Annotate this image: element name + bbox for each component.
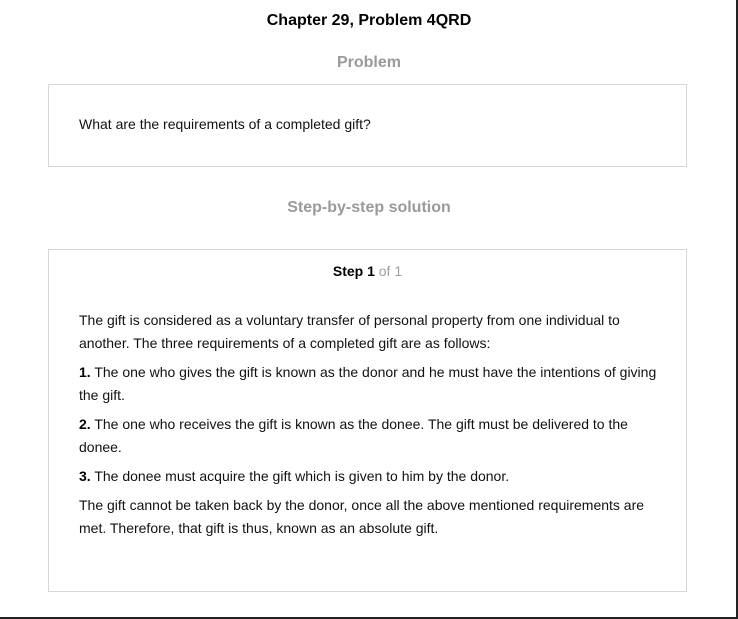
- requirement-number: 3.: [79, 468, 91, 484]
- solution-conclusion: The gift cannot be taken back by the don…: [79, 497, 645, 536]
- requirement-item: 2. The one who receives the gift is know…: [79, 413, 664, 459]
- problem-heading: Problem: [336, 54, 401, 71]
- requirement-number: 2.: [79, 416, 91, 432]
- requirement-text: The one who gives the gift is known as t…: [79, 364, 657, 403]
- requirement-item: 1. The one who gives the gift is known a…: [79, 361, 664, 407]
- page-frame: Chapter 29, Problem 4QRD Problem What ar…: [0, 0, 738, 619]
- problem-text: What are the requirements of a completed…: [79, 116, 371, 132]
- requirement-text: The donee must acquire the gift which is…: [94, 468, 510, 484]
- step-indicator: Step 1 of 1: [49, 263, 686, 279]
- solution-heading: Step-by-step solution: [287, 199, 451, 216]
- page-title: Chapter 29, Problem 4QRD: [266, 12, 472, 29]
- requirement-item: 3. The donee must acquire the gift which…: [79, 465, 664, 488]
- requirement-number: 1.: [79, 364, 91, 380]
- solution-box: Step 1 of 1 The gift is considered as a …: [48, 249, 687, 592]
- requirement-text: The one who receives the gift is known a…: [79, 416, 628, 455]
- solution-body: The gift is considered as a voluntary tr…: [79, 309, 664, 546]
- step-number: Step 1: [332, 263, 375, 279]
- problem-box: What are the requirements of a completed…: [48, 84, 687, 167]
- solution-intro: The gift is considered as a voluntary tr…: [79, 312, 620, 351]
- step-total: of 1: [378, 263, 403, 279]
